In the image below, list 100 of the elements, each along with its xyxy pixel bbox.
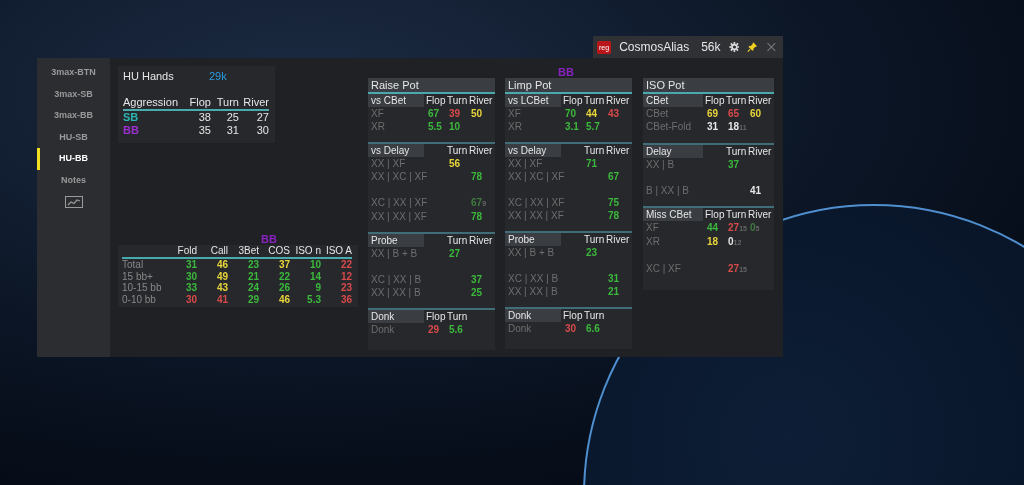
stat-value: 37 <box>471 273 483 286</box>
table-cell: 21 <box>247 270 259 282</box>
row-label: 10-15 bb <box>122 282 163 294</box>
column-header: ISO A <box>321 245 352 259</box>
stat-value: 56 <box>449 157 461 170</box>
sidebar-tab[interactable]: Notes <box>37 169 110 191</box>
panel-title: ISO Pot <box>643 78 774 94</box>
column-header: Flop <box>705 94 726 107</box>
stat-value: 70 <box>565 107 577 120</box>
column-header: Turn <box>447 144 469 157</box>
section-header: Donk <box>505 309 561 322</box>
panel-title: Limp Pot <box>505 78 632 94</box>
stat-value: 10 <box>449 120 461 133</box>
row-label: Donk <box>370 323 396 336</box>
stat-value: 69 <box>707 107 719 120</box>
row-label: XX | XF <box>370 157 407 170</box>
stat-value: 6.6 <box>586 322 600 335</box>
column-header: COS <box>259 245 290 259</box>
column-header: Fold <box>166 245 197 259</box>
row-label: XX | XF <box>507 157 544 170</box>
column-header: River <box>606 144 631 157</box>
sidebar-tab[interactable]: 3max-BB <box>37 105 110 127</box>
column-header: Call <box>197 245 228 259</box>
table-cell: 23 <box>340 282 352 294</box>
row-label: XX | XX | B <box>507 285 559 298</box>
column-header: River <box>748 208 773 221</box>
stat-value: 23 <box>586 246 598 259</box>
row-label: CBet-Fold <box>645 120 692 134</box>
stat-value: 44 <box>586 107 598 120</box>
row-label: XC | XF <box>645 262 682 276</box>
row-label: 0-10 bb <box>122 293 157 305</box>
section-header: Miss CBet <box>643 208 703 221</box>
row-label: XX | B + B <box>370 247 419 260</box>
stat-value: 78 <box>608 209 620 222</box>
column-header: River <box>748 145 773 158</box>
stat-value: 3.1 <box>565 120 579 133</box>
row-label: Total <box>122 259 145 271</box>
line-chart-icon[interactable] <box>64 195 83 208</box>
stat-value: 31 <box>608 272 620 285</box>
hu-hands-value: 29k <box>209 70 227 82</box>
table-cell: 22 <box>278 270 290 282</box>
column-header: River <box>239 96 269 111</box>
pin-icon[interactable] <box>747 40 759 54</box>
position-title: BB <box>260 233 278 245</box>
row-label: XF <box>370 107 385 120</box>
column-header: Turn <box>584 309 606 322</box>
column-header: Flop <box>563 309 584 322</box>
column-header: Turn <box>211 96 239 111</box>
table-cell: 24 <box>247 282 259 294</box>
stat-value: 5.5 <box>428 120 442 133</box>
stat-value: 75 <box>608 196 620 209</box>
table-cell: 43 <box>216 282 228 294</box>
column-header: Aggression <box>123 96 185 111</box>
sidebar-tab[interactable]: HU-SB <box>37 126 110 148</box>
column-header: Flop <box>426 310 447 323</box>
table-cell-text: 35 <box>197 124 211 137</box>
sidebar-tab[interactable]: 3max-SB <box>37 83 110 105</box>
column-header: River <box>469 234 494 247</box>
sidebar-tab[interactable]: 3max-BTN <box>37 62 110 84</box>
table-cell: 30 <box>185 293 197 305</box>
table-cell: 36 <box>340 293 352 305</box>
stat-value: 67 <box>608 170 620 183</box>
column-header: 3Bet <box>228 245 259 259</box>
section-header: Delay <box>643 145 703 158</box>
settings-icon[interactable] <box>728 40 740 54</box>
column-header: Flop <box>705 208 726 221</box>
section-header: Donk <box>368 310 424 323</box>
column-header: Turn <box>447 94 469 107</box>
row-label: SB <box>123 111 140 124</box>
position-title: BB <box>557 66 575 78</box>
section-header: vs CBet <box>368 94 424 107</box>
row-label: XX | XX | B <box>370 286 422 299</box>
stat-value: 71 <box>586 157 598 170</box>
section-header: Probe <box>368 234 424 247</box>
column-header: Flop <box>426 94 447 107</box>
row-label: XC | XX | B <box>507 272 560 285</box>
row-label: XR <box>645 235 661 249</box>
column-header: River <box>469 144 494 157</box>
stat-value: 78 <box>471 210 483 223</box>
row-label: XR <box>507 120 523 133</box>
row-label: Donk <box>507 322 533 335</box>
table-cell: 12 <box>340 270 352 282</box>
table-cell: 46 <box>278 293 290 305</box>
stat-value: 60 <box>750 107 762 120</box>
row-label: XC | XX | B <box>370 273 423 286</box>
row-label: XX | B + B <box>507 246 556 259</box>
column-header: Turn <box>726 94 748 107</box>
section-header: vs LCBet <box>505 94 561 107</box>
row-label: XX | XX | XF <box>370 210 426 223</box>
table-cell: 10 <box>309 259 321 271</box>
stat-value: 5.6 <box>449 323 463 336</box>
column-header: Flop <box>185 96 211 111</box>
stat-value: 39 <box>449 107 461 120</box>
table-cell: 37 <box>278 259 290 271</box>
column-header: Turn <box>726 145 748 158</box>
sidebar-tab[interactable]: HU-BB <box>37 148 110 170</box>
table-cell: 41 <box>216 293 228 305</box>
table-cell: 23 <box>247 259 259 271</box>
column-header: Turn <box>584 144 606 157</box>
stat-value: 30 <box>565 322 577 335</box>
